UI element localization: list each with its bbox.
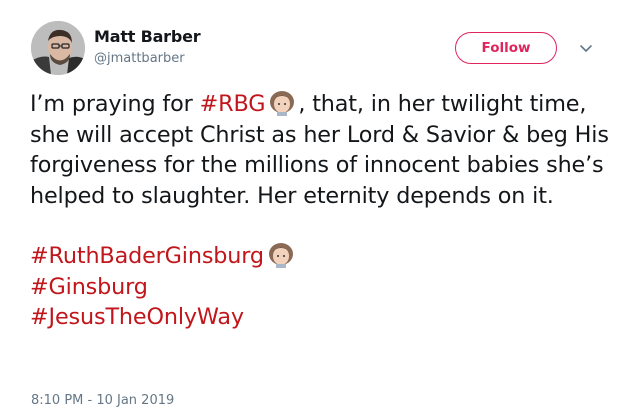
tweet-text: I’m praying for #RBG , that, in her twil…: [30, 89, 615, 333]
tweet-text-prefix: I’m praying for: [30, 91, 200, 117]
avatar-photo: [31, 21, 85, 75]
hashtag-ruthbaderginsburg[interactable]: #RuthBaderGinsburg: [30, 243, 264, 269]
hashtag-rbg[interactable]: #RBG: [200, 91, 266, 117]
avatar[interactable]: [31, 21, 85, 75]
tweet-timestamp[interactable]: 8:10 PM - 10 Jan 2019: [31, 393, 174, 408]
follow-button[interactable]: Follow: [455, 32, 557, 64]
tweet-paragraph: I’m praying for #RBG , that, in her twil…: [30, 89, 615, 211]
hashtag-list: #RuthBaderGinsburg #Ginsburg #JesusTheOn…: [30, 241, 615, 333]
author-handle[interactable]: @jmattbarber: [94, 51, 185, 66]
older-woman-emoji-icon: [270, 91, 295, 116]
hashtag-jesustheonlyway[interactable]: #JesusTheOnlyWay: [30, 304, 244, 330]
older-woman-emoji-icon: [268, 243, 293, 268]
chevron-down-icon[interactable]: [578, 40, 594, 56]
author-name[interactable]: Matt Barber: [94, 27, 201, 46]
hashtag-ginsburg[interactable]: #Ginsburg: [30, 274, 148, 300]
